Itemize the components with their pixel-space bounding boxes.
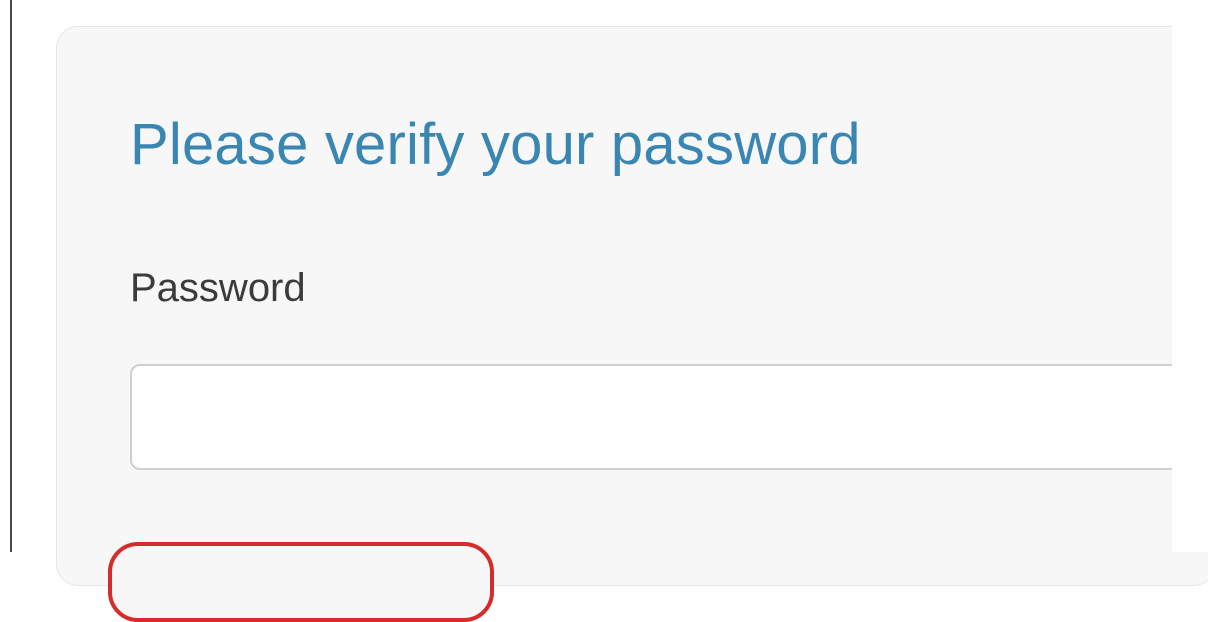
page-title: Please verify your password: [130, 112, 861, 177]
password-label: Password: [130, 266, 306, 310]
right-clip-area: [1172, 0, 1208, 552]
password-input[interactable]: [130, 364, 1208, 470]
window-frame-edge: [10, 0, 12, 552]
submit-button[interactable]: [108, 542, 494, 622]
